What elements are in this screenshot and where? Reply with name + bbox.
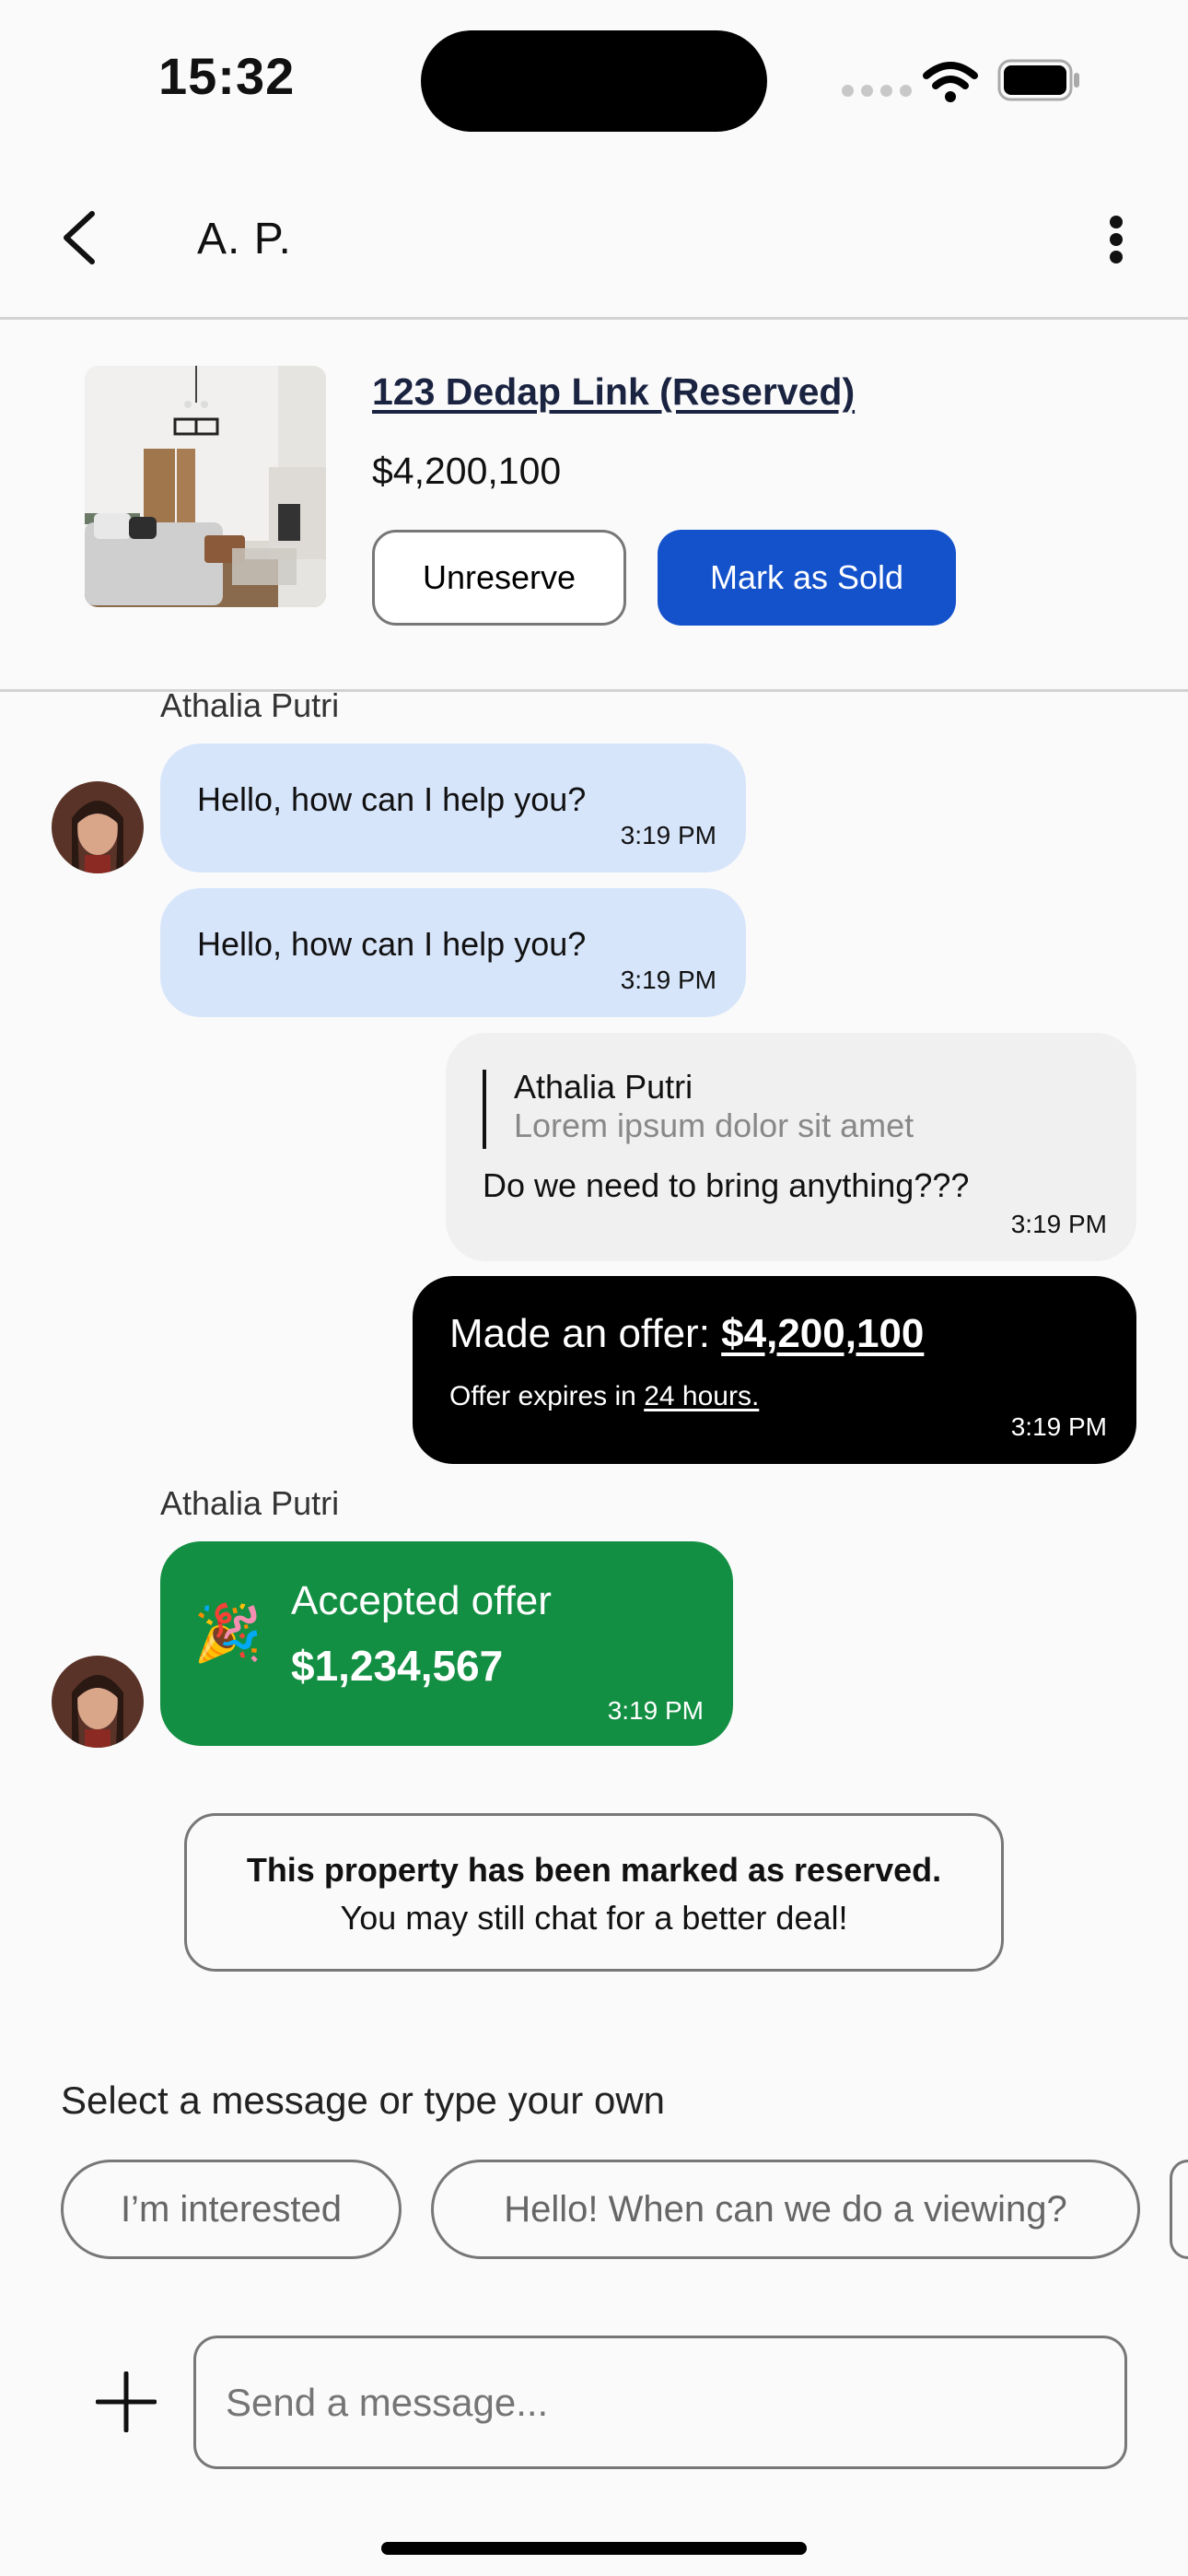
offer-expires-prefix: Offer expires in [449,1381,645,1411]
message-text: Hello, how can I help you? [197,925,587,963]
sender-name: Athalia Putri [160,1484,340,1522]
message-time: 3:19 PM [620,821,716,849]
offer-bubble[interactable]: Made an offer: $4,200,100 Offer expires … [413,1276,1136,1464]
offer-line: Made an offer: $4,200,100 [449,1311,924,1357]
offer-amount: $4,200,100 [721,1311,925,1356]
message-input[interactable] [193,2336,1127,2469]
quote-bar [483,1070,486,1149]
battery-icon [997,59,1079,101]
message-text: Do we need to bring anything??? [483,1166,970,1204]
offer-prefix: Made an offer: [449,1311,722,1356]
notice-subtitle: You may still chat for a better deal! [340,1899,848,1937]
cellular-signal-icon [842,85,912,97]
home-indicator[interactable] [381,2542,807,2555]
message-text: Hello, how can I help you? [197,780,587,818]
listing-title-link[interactable]: 123 Dedap Link (Reserved) [372,370,855,414]
party-popper-icon: 🎉 [193,1602,262,1664]
quote-author: Athalia Putri [514,1068,693,1106]
suggestion-chip-partial[interactable] [1170,2160,1188,2259]
listing-price: $4,200,100 [372,450,562,492]
message-time: 3:19 PM [607,1696,704,1725]
header-divider [0,317,1188,320]
offer-expires-value: 24 hours. [644,1381,760,1411]
quote-text: Lorem ipsum dolor sit amet [514,1107,914,1144]
unreserve-button[interactable]: Unreserve [372,530,626,626]
chat-title: A. P. [197,215,292,263]
message-bubble-reply[interactable]: Athalia Putri Lorem ipsum dolor sit amet… [446,1033,1136,1261]
message-bubble-incoming[interactable]: Hello, how can I help you? 3:19 PM [160,888,746,1017]
message-time: 3:19 PM [620,966,716,994]
sender-name: Athalia Putri [160,686,340,724]
mark-as-sold-button[interactable]: Mark as Sold [658,530,956,626]
wifi-icon [923,62,978,102]
living-room-image [85,366,326,607]
accepted-offer-bubble[interactable]: 🎉 Accepted offer $1,234,567 3:19 PM [160,1541,733,1746]
message-bubble-incoming[interactable]: Hello, how can I help you? 3:19 PM [160,744,746,872]
back-chevron-icon[interactable] [57,210,105,265]
accepted-title: Accepted offer [291,1578,552,1623]
accepted-amount: $1,234,567 [291,1642,504,1690]
avatar [52,781,144,873]
suggestion-chip[interactable]: I’m interested [61,2160,402,2259]
notice-title: This property has been marked as reserve… [246,1851,942,1889]
suggestion-chip[interactable]: Hello! When can we do a viewing? [431,2160,1140,2259]
offer-expiry: Offer expires in 24 hours. [449,1381,759,1412]
suggestions-label: Select a message or type your own [61,2078,666,2122]
dynamic-island [421,30,767,132]
avatar [52,1656,144,1748]
more-options-icon[interactable] [1109,216,1124,263]
add-attachment-icon[interactable] [96,2371,157,2432]
chat-screen: 15:32 A. P. 123 Dedap Link (Reserved) $4… [0,0,1188,2576]
message-time: 3:19 PM [1010,1210,1107,1238]
listing-thumbnail[interactable] [85,366,326,607]
message-time: 3:19 PM [1010,1412,1107,1441]
reserved-notice: This property has been marked as reserve… [184,1813,1004,1972]
status-time: 15:32 [158,47,296,105]
